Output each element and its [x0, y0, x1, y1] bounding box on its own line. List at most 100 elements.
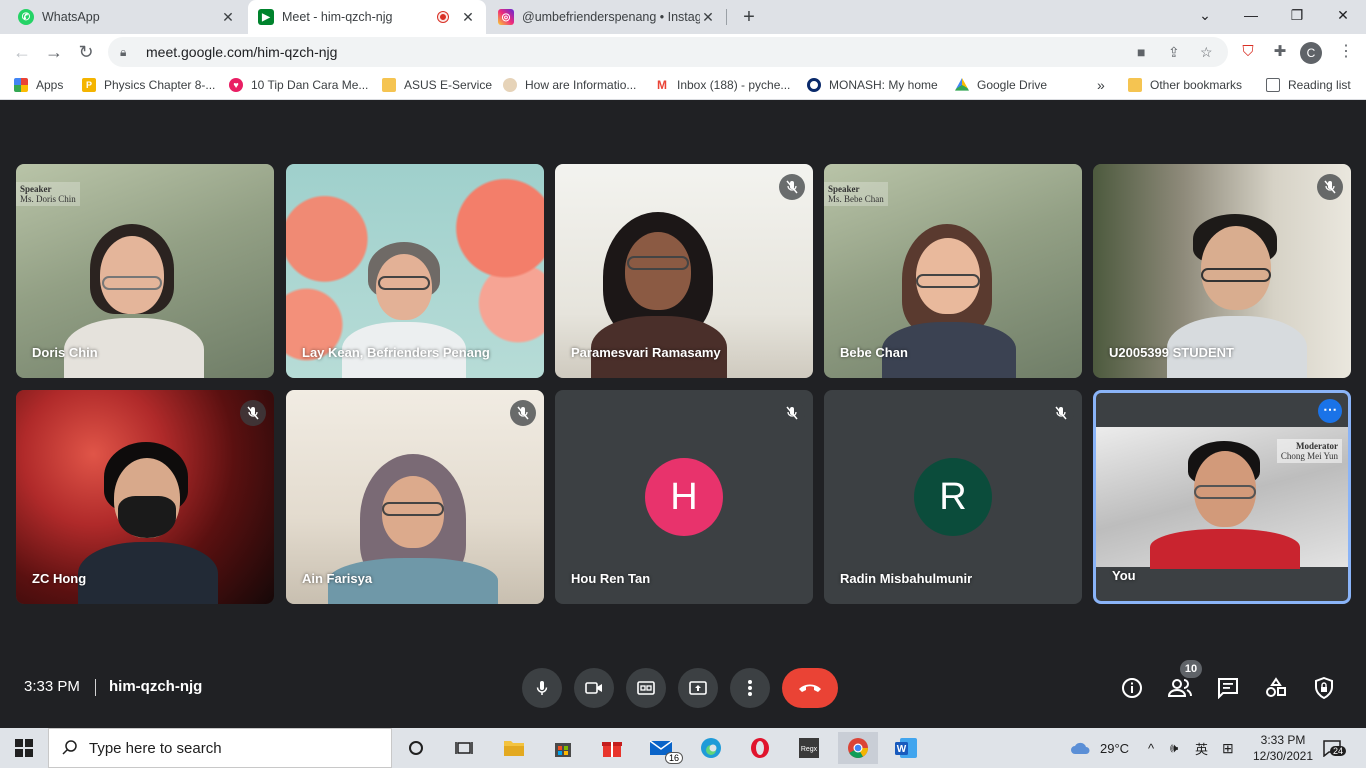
- bookmark-asus[interactable]: ASUS E-Service: [382, 76, 492, 94]
- sign-title: Moderator: [1296, 441, 1338, 451]
- task-view-button[interactable]: [444, 732, 484, 764]
- bookmark-monash[interactable]: MONASH: My home: [807, 76, 938, 94]
- show-hidden-icons-button[interactable]: ^: [1148, 728, 1154, 768]
- share-icon[interactable]: ⇪: [1168, 44, 1180, 61]
- tab-whatsapp[interactable]: ✆ WhatsApp ✕: [8, 0, 246, 34]
- info-icon: [1122, 678, 1142, 698]
- edge-icon: [701, 738, 721, 758]
- tab-strip: ✆ WhatsApp ✕ ▶ Meet - him-qzch-njg ✕ ◎ @…: [0, 0, 1366, 34]
- bookmark-apps[interactable]: Apps: [14, 76, 63, 94]
- more-options-button[interactable]: [730, 668, 770, 708]
- menu-kebab-icon[interactable]: ⋮: [1336, 42, 1356, 62]
- bookmark-star-icon[interactable]: ☆: [1200, 44, 1213, 61]
- opera-icon: [751, 738, 769, 758]
- bookmark-google-drive[interactable]: Google Drive: [955, 76, 1047, 94]
- present-screen-button[interactable]: [678, 668, 718, 708]
- address-bar[interactable]: 🔒︎ meet.google.com/him-qzch-njg: [108, 37, 1228, 67]
- participant-name: Radin Misbahulmunir: [840, 571, 973, 586]
- restore-button[interactable]: ❐: [1274, 0, 1320, 30]
- chat-icon: [1218, 678, 1238, 699]
- activities-button[interactable]: [1264, 676, 1288, 700]
- participant-tile-doris-chin[interactable]: Speaker Ms. Doris Chin Doris Chin: [16, 164, 274, 378]
- start-button[interactable]: [0, 728, 48, 768]
- participant-tile-self[interactable]: Moderator Chong Mei Yun ⋯ You: [1093, 390, 1351, 604]
- word-button[interactable]: W: [886, 732, 926, 764]
- chat-button[interactable]: [1216, 676, 1240, 700]
- more-options-icon[interactable]: ⋯: [1318, 399, 1342, 423]
- captions-button[interactable]: [626, 668, 666, 708]
- extension-shield-icon[interactable]: ⛉: [1238, 42, 1258, 62]
- tab-instagram[interactable]: ◎ @umbefrienderspenang • Instag ✕: [488, 0, 726, 34]
- microsoft-store-button[interactable]: [543, 732, 583, 764]
- close-icon[interactable]: ✕: [460, 9, 476, 26]
- camera-button[interactable]: [574, 668, 614, 708]
- people-button[interactable]: [1168, 676, 1192, 700]
- gmail-icon: M: [655, 78, 669, 92]
- mic-off-icon: [1048, 400, 1074, 426]
- bookmark-other[interactable]: Other bookmarks: [1128, 76, 1242, 94]
- participant-name: Hou Ren Tan: [571, 571, 651, 586]
- store-bag-icon: [555, 743, 571, 757]
- taskbar-clock[interactable]: 3:33 PM 12/30/2021: [1248, 732, 1318, 764]
- close-icon[interactable]: ✕: [220, 9, 236, 26]
- mic-off-icon: [1317, 174, 1343, 200]
- participant-tile-lay-kean[interactable]: Lay Kean, Befrienders Penang: [286, 164, 544, 378]
- participant-tile-u2005399[interactable]: U2005399 STUDENT: [1093, 164, 1351, 378]
- tab-title: WhatsApp: [42, 10, 100, 24]
- bookmark-inbox[interactable]: M Inbox (188) - pyche...: [655, 76, 790, 94]
- instagram-icon: ◎: [498, 9, 514, 25]
- participant-tile-paramesvari[interactable]: Paramesvari Ramasamy: [555, 164, 813, 378]
- regex-app-button[interactable]: Regx: [789, 732, 829, 764]
- moderator-name-sign: Moderator Chong Mei Yun: [1276, 439, 1342, 463]
- participant-tile-radin[interactable]: R Radin Misbahulmunir: [824, 390, 1082, 604]
- mic-off-icon: [779, 174, 805, 200]
- forward-button[interactable]: →: [40, 38, 68, 66]
- close-window-button[interactable]: ✕: [1320, 0, 1366, 30]
- bookmark-information[interactable]: How are Informatio...: [503, 76, 636, 94]
- leave-call-button[interactable]: [782, 668, 838, 708]
- chrome-button[interactable]: [838, 732, 878, 764]
- host-controls-button[interactable]: [1312, 676, 1336, 700]
- new-tab-button[interactable]: +: [738, 5, 760, 29]
- extensions-puzzle-icon[interactable]: ✚: [1270, 42, 1290, 62]
- weather-widget[interactable]: 29°C: [1070, 728, 1129, 768]
- file-explorer-button[interactable]: [494, 732, 534, 764]
- lock-icon[interactable]: 🔒︎: [120, 45, 134, 60]
- participant-tile-hou-ren-tan[interactable]: H Hou Ren Tan: [555, 390, 813, 604]
- participant-tile-zc-hong[interactable]: ZC Hong: [16, 390, 274, 604]
- edge-browser-button[interactable]: [691, 732, 731, 764]
- meeting-code: him-qzch-njg: [109, 678, 203, 695]
- camera-in-use-icon[interactable]: ■: [1137, 44, 1145, 60]
- notification-count-badge: 24: [1330, 746, 1347, 756]
- bookmark-physics[interactable]: P Physics Chapter 8-...: [82, 76, 215, 94]
- taskbar-search-box[interactable]: Type here to search: [48, 728, 392, 768]
- people-icon: [1168, 679, 1192, 697]
- volume-icon[interactable]: 🕪︎: [1170, 728, 1178, 768]
- windows-taskbar: Type here to search 16 Regx W 29°C ^ 🕪︎ …: [0, 728, 1366, 768]
- participant-name: Doris Chin: [32, 345, 98, 360]
- bookmark-tips[interactable]: ♥ 10 Tip Dan Cara Me...: [229, 76, 368, 94]
- gift-app-button[interactable]: [592, 732, 632, 764]
- bookmark-label: 10 Tip Dan Cara Me...: [251, 78, 369, 92]
- sign-title: Speaker: [20, 184, 52, 194]
- opera-button[interactable]: [740, 732, 780, 764]
- input-language-indicator[interactable]: 英: [1195, 728, 1208, 768]
- tab-search-button[interactable]: ⌄: [1182, 0, 1228, 30]
- participant-tile-bebe-chan[interactable]: Speaker Ms. Bebe Chan Bebe Chan: [824, 164, 1082, 378]
- close-icon[interactable]: ✕: [700, 9, 716, 26]
- more-bookmarks-button[interactable]: »: [1097, 76, 1105, 94]
- cortana-button[interactable]: [396, 732, 436, 764]
- back-button[interactable]: ←: [8, 38, 36, 66]
- reload-button[interactable]: ↻: [72, 38, 100, 66]
- reading-list-button[interactable]: Reading list: [1266, 76, 1351, 94]
- profile-avatar[interactable]: C: [1300, 42, 1322, 64]
- meeting-details-button[interactable]: [1120, 676, 1144, 700]
- ime-mode-icon[interactable]: ⊞: [1222, 728, 1234, 768]
- participant-tile-ain-farisya[interactable]: Ain Farisya: [286, 390, 544, 604]
- microphone-button[interactable]: [522, 668, 562, 708]
- mic-off-icon: [240, 400, 266, 426]
- bookmark-label: Apps: [36, 78, 64, 92]
- minimize-button[interactable]: —: [1228, 0, 1274, 30]
- tab-meet[interactable]: ▶ Meet - him-qzch-njg ✕: [248, 0, 486, 34]
- mail-button[interactable]: 16: [641, 732, 683, 764]
